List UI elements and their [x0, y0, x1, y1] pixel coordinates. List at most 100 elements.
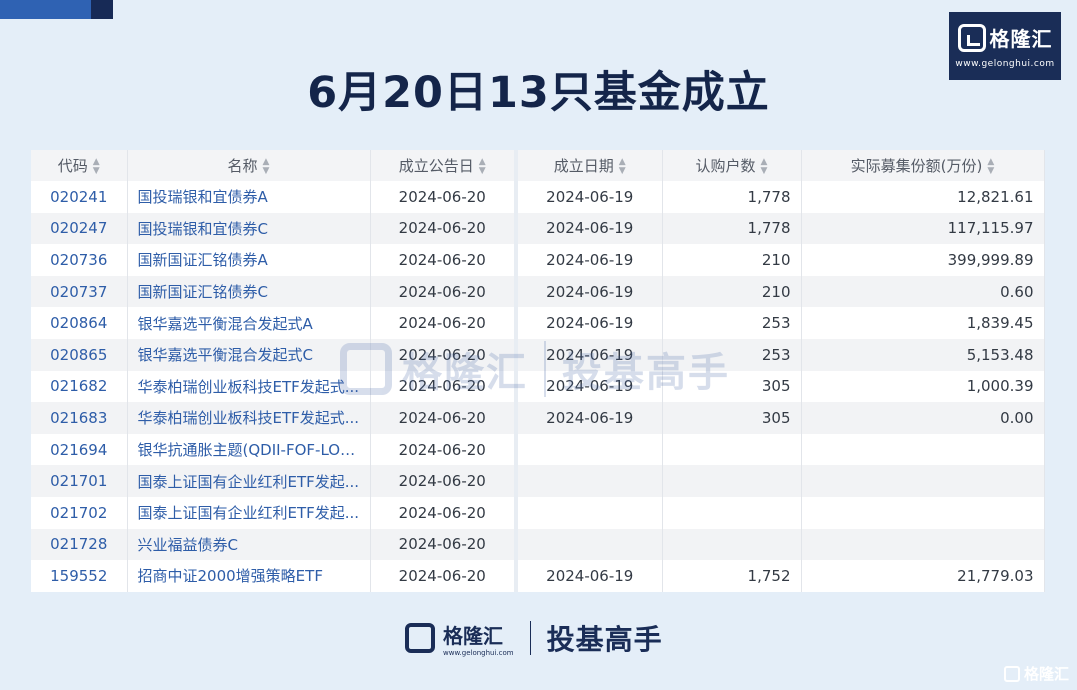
brand-name: 格隆汇 — [989, 27, 1053, 51]
column-header-establish-date[interactable]: 成立日期 ▲ ▼ — [516, 150, 663, 181]
cell-announce-date: 2024-06-20 — [370, 338, 518, 371]
sort-icon[interactable]: ▲ ▼ — [761, 157, 768, 176]
cell-announce-date: 2024-06-20 — [370, 181, 518, 213]
cell-subscriber-count: 253 — [662, 338, 802, 371]
cell-subscriber-count — [662, 496, 802, 529]
column-header-subscriber-count[interactable]: 认购户数 ▲ ▼ — [662, 150, 802, 181]
cell-code[interactable]: 020247 — [31, 212, 128, 245]
table-row[interactable]: 020865 银华嘉选平衡混合发起式C 2024-06-20 2024-06-19 25… — [31, 338, 1045, 371]
sort-icon[interactable]: ▲ ▼ — [479, 157, 486, 176]
cell-announce-date: 2024-06-20 — [370, 433, 518, 466]
table-row[interactable]: 021694 银华抗通胀主题(QDII-FOF-LOF)C 2024-06-20 — [31, 433, 1045, 466]
cell-code[interactable]: 159552 — [31, 560, 128, 592]
table-row[interactable]: 021702 国泰上证国有企业红利ETF发起... 2024-06-20 — [31, 496, 1045, 529]
cell-name[interactable]: 银华嘉选平衡混合发起式C — [127, 338, 371, 371]
column-header-label: 实际募集份额(万份) — [850, 157, 983, 175]
cell-subscriber-count: 253 — [662, 307, 802, 339]
cell-code[interactable]: 021683 — [31, 402, 128, 434]
cell-name[interactable]: 招商中证2000增强策略ETF — [127, 560, 371, 592]
cell-establish-date — [516, 528, 663, 561]
cell-code[interactable]: 020736 — [31, 244, 128, 276]
page-title: 6月20日13只基金成立 — [307, 68, 770, 118]
cell-name[interactable]: 兴业福益债券C — [127, 528, 371, 561]
cell-code[interactable]: 020865 — [31, 338, 128, 371]
cell-subscriber-count: 1,752 — [662, 560, 802, 592]
cell-subscriber-count: 305 — [662, 370, 802, 403]
cell-code[interactable]: 021694 — [31, 433, 128, 466]
cell-name[interactable]: 国新国证汇铭债券C — [127, 275, 371, 308]
cell-establish-date: 2024-06-19 — [516, 275, 663, 308]
cell-raised-shares: 21,779.03 — [801, 560, 1045, 592]
cell-subscriber-count — [662, 465, 802, 497]
cell-name[interactable]: 银华嘉选平衡混合发起式A — [127, 307, 371, 339]
cell-announce-date: 2024-06-20 — [370, 560, 518, 592]
cell-subscriber-count: 210 — [662, 275, 802, 308]
cell-establish-date — [516, 433, 663, 466]
cell-name[interactable]: 国泰上证国有企业红利ETF发起... — [127, 465, 371, 497]
column-header-label: 成立日期 — [553, 157, 614, 175]
cell-raised-shares: 0.60 — [801, 275, 1045, 308]
table-row[interactable]: 020241 国投瑞银和宜债券A 2024-06-20 2024-06-19 1,778… — [31, 181, 1045, 213]
cell-code[interactable]: 021682 — [31, 370, 128, 403]
cell-announce-date: 2024-06-20 — [370, 275, 518, 308]
cell-name[interactable]: 银华抗通胀主题(QDII-FOF-LOF)C — [127, 433, 371, 466]
footer-brand: 格隆汇 www.gelonghui.com 投基高手 — [405, 618, 663, 658]
table-header-row: 代码 ▲ ▼ 名称 ▲ ▼ 成立公告日 ▲ ▼ 成立日期 ▲ ▼ 认购户数 ▲ ▼ 实际募集份额(万份) ▲ ▼ — [31, 150, 1045, 181]
column-header-code[interactable]: 代码 ▲ ▼ — [31, 150, 128, 181]
cell-announce-date: 2024-06-20 — [370, 307, 518, 339]
cell-raised-shares — [801, 465, 1045, 497]
cell-code[interactable]: 021728 — [31, 528, 128, 561]
cell-raised-shares: 12,821.61 — [801, 181, 1045, 213]
cell-establish-date: 2024-06-19 — [516, 370, 663, 403]
cell-name[interactable]: 华泰柏瑞创业板科技ETF发起式... — [127, 370, 371, 403]
cell-establish-date — [516, 465, 663, 497]
cell-establish-date: 2024-06-19 — [516, 244, 663, 276]
table-row[interactable]: 021683 华泰柏瑞创业板科技ETF发起式... 2024-06-20 2024-0… — [31, 402, 1045, 434]
cell-name[interactable]: 国投瑞银和宜债券C — [127, 212, 371, 245]
footer-brand-block: 格隆汇 www.gelonghui.com — [443, 620, 514, 657]
cell-name[interactable]: 国投瑞银和宜债券A — [127, 181, 371, 213]
cell-code[interactable]: 021701 — [31, 465, 128, 497]
cell-name[interactable]: 国新国证汇铭债券A — [127, 244, 371, 276]
cell-name[interactable]: 国泰上证国有企业红利ETF发起... — [127, 496, 371, 529]
cell-subscriber-count: 1,778 — [662, 181, 802, 213]
cell-code[interactable]: 021702 — [31, 496, 128, 529]
cell-subscriber-count: 1,778 — [662, 212, 802, 245]
column-header-name[interactable]: 名称 ▲ ▼ — [127, 150, 371, 181]
cell-code[interactable]: 020241 — [31, 181, 128, 213]
table-row[interactable]: 021728 兴业福益债券C 2024-06-20 — [31, 528, 1045, 561]
cell-raised-shares: 1,000.39 — [801, 370, 1045, 403]
table-row[interactable]: 020864 银华嘉选平衡混合发起式A 2024-06-20 2024-06-19 25… — [31, 307, 1045, 339]
footer-divider — [529, 621, 531, 655]
cell-code[interactable]: 020864 — [31, 307, 128, 339]
table-row[interactable]: 020737 国新国证汇铭债券C 2024-06-20 2024-06-19 210 0.… — [31, 275, 1045, 308]
fund-table: 代码 ▲ ▼ 名称 ▲ ▼ 成立公告日 ▲ ▼ 成立日期 ▲ ▼ 认购户数 ▲ ▼ 实际募集份额(万份) ▲ ▼ … — [31, 150, 1045, 592]
sort-icon[interactable]: ▲ ▼ — [263, 157, 270, 176]
table-body: 020241 国投瑞银和宜债券A 2024-06-20 2024-06-19 1,778… — [31, 181, 1045, 592]
sort-icon[interactable]: ▲ ▼ — [619, 157, 626, 176]
column-header-announce-date[interactable]: 成立公告日 ▲ ▼ — [370, 150, 518, 181]
cell-establish-date: 2024-06-19 — [516, 338, 663, 371]
cell-announce-date: 2024-06-20 — [370, 212, 518, 245]
cell-raised-shares — [801, 528, 1045, 561]
corner-brand-name: 格隆汇 — [1023, 665, 1069, 683]
column-header-raised-shares[interactable]: 实际募集份额(万份) ▲ ▼ — [801, 150, 1045, 181]
cell-announce-date: 2024-06-20 — [370, 528, 518, 561]
cell-code[interactable]: 020737 — [31, 275, 128, 308]
cell-name[interactable]: 华泰柏瑞创业板科技ETF发起式... — [127, 402, 371, 434]
cell-announce-date: 2024-06-20 — [370, 402, 518, 434]
table-row[interactable]: 020736 国新国证汇铭债券A 2024-06-20 2024-06-19 210 39… — [31, 244, 1045, 276]
corner-brand: 格隆汇 — [1003, 663, 1069, 684]
table-row[interactable]: 021701 国泰上证国有企业红利ETF发起... 2024-06-20 — [31, 465, 1045, 497]
cell-subscriber-count: 210 — [662, 244, 802, 276]
table-row[interactable]: 020247 国投瑞银和宜债券C 2024-06-20 2024-06-19 1,778… — [31, 212, 1045, 245]
cell-announce-date: 2024-06-20 — [370, 496, 518, 529]
sort-icon[interactable]: ▲ ▼ — [93, 157, 100, 176]
table-row[interactable]: 159552 招商中证2000增强策略ETF 2024-06-20 2024-06-1… — [31, 560, 1045, 592]
gelonghui-g-icon — [957, 23, 986, 52]
table-row[interactable]: 021682 华泰柏瑞创业板科技ETF发起式... 2024-06-20 2024-0… — [31, 370, 1045, 403]
cell-raised-shares — [801, 433, 1045, 466]
sort-icon[interactable]: ▲ ▼ — [987, 157, 994, 176]
cell-raised-shares — [801, 496, 1045, 529]
cell-establish-date: 2024-06-19 — [516, 212, 663, 245]
